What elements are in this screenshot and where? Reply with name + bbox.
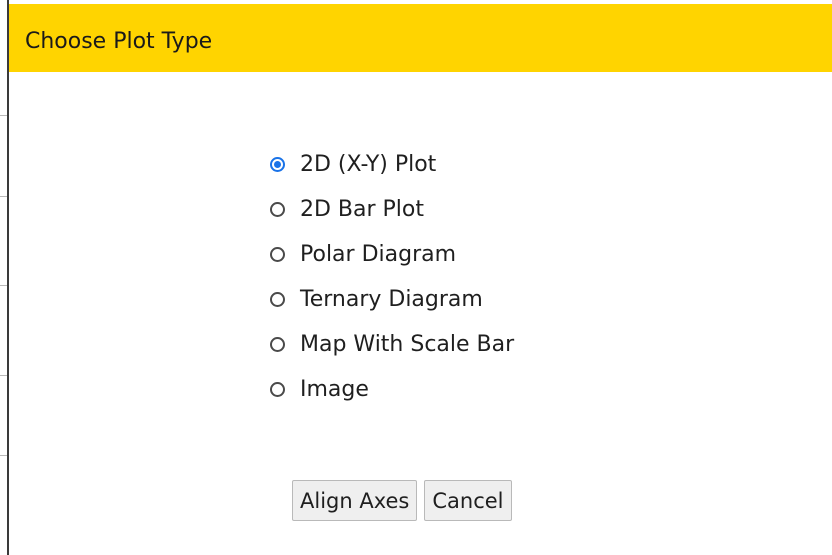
option-ternary-diagram[interactable]: Ternary Diagram bbox=[270, 277, 514, 322]
option-label: Polar Diagram bbox=[300, 242, 457, 267]
option-label: Ternary Diagram bbox=[300, 287, 483, 312]
option-label: 2D Bar Plot bbox=[300, 197, 425, 222]
radio-polar-diagram[interactable] bbox=[270, 247, 285, 262]
plot-type-radio-group: 2D (X-Y) Plot 2D Bar Plot Polar Diagram … bbox=[270, 142, 514, 412]
left-window-edge bbox=[0, 0, 9, 555]
option-label: Image bbox=[300, 377, 369, 402]
edge-tick bbox=[0, 455, 7, 456]
radio-image[interactable] bbox=[270, 382, 285, 397]
align-axes-button[interactable]: Align Axes bbox=[292, 480, 418, 521]
radio-ternary-diagram[interactable] bbox=[270, 292, 285, 307]
option-2d-xy-plot[interactable]: 2D (X-Y) Plot bbox=[270, 142, 514, 187]
cancel-button[interactable]: Cancel bbox=[424, 480, 512, 521]
edge-tick bbox=[0, 375, 7, 376]
dialog-title: Choose Plot Type bbox=[25, 29, 213, 54]
radio-map-with-scale-bar[interactable] bbox=[270, 337, 285, 352]
dialog-buttons: Align Axes Cancel bbox=[292, 480, 512, 521]
edge-tick bbox=[0, 196, 7, 197]
option-map-with-scale-bar[interactable]: Map With Scale Bar bbox=[270, 322, 514, 367]
radio-2d-bar-plot[interactable] bbox=[270, 202, 285, 217]
edge-tick bbox=[0, 285, 7, 286]
option-label: Map With Scale Bar bbox=[300, 332, 515, 357]
option-2d-bar-plot[interactable]: 2D Bar Plot bbox=[270, 187, 514, 232]
option-polar-diagram[interactable]: Polar Diagram bbox=[270, 232, 514, 277]
edge-tick bbox=[0, 115, 7, 116]
radio-2d-xy-plot[interactable] bbox=[270, 157, 285, 172]
choose-plot-type-dialog: Choose Plot Type 2D (X-Y) Plot 2D Bar Pl… bbox=[0, 0, 832, 555]
dialog-title-bar: Choose Plot Type bbox=[9, 4, 832, 72]
option-image[interactable]: Image bbox=[270, 367, 514, 412]
option-label: 2D (X-Y) Plot bbox=[300, 152, 437, 177]
